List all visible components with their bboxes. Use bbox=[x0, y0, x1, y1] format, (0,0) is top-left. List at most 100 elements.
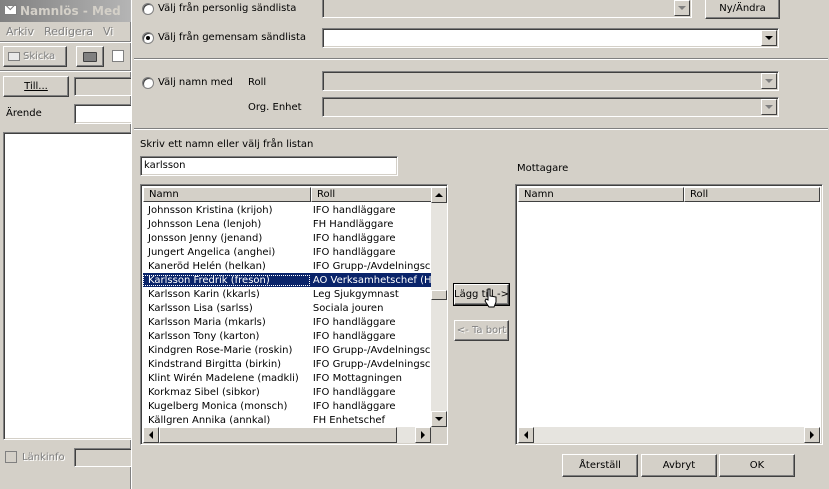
send-button[interactable]: Skicka bbox=[3, 46, 67, 67]
list-item[interactable]: Karlsson Maria (mkarls) IFO handläggare bbox=[143, 315, 431, 329]
shared-list-label: Välj från gemensam sändlista bbox=[158, 32, 307, 43]
menu-visa[interactable]: Vi bbox=[103, 25, 113, 38]
list-item-name: Karlsson Lisa (sarlss) bbox=[148, 302, 253, 314]
list-item[interactable]: Klint Wirén Madelene (madkli) IFO Mottagn… bbox=[143, 371, 431, 385]
ok-button[interactable]: OK bbox=[719, 454, 795, 477]
shared-list-radio[interactable] bbox=[142, 32, 154, 44]
horizontal-scroll-thumb[interactable] bbox=[159, 427, 397, 443]
linkinfo-field[interactable] bbox=[74, 448, 134, 467]
search-input[interactable]: karlsson bbox=[140, 156, 398, 176]
linkinfo-checkbox[interactable] bbox=[5, 451, 17, 463]
list-item-role: IFO handläggare bbox=[312, 204, 396, 216]
list-item-name: Karlsson Fredrik (freson) bbox=[143, 274, 310, 286]
chevron-down-icon[interactable] bbox=[674, 0, 690, 16]
role-label: Roll bbox=[248, 77, 267, 88]
list-item[interactable]: Kugelberg Monica (monsch) IFO handläggare bbox=[143, 399, 431, 413]
menu-arkiv[interactable]: Arkiv bbox=[6, 25, 34, 38]
list-item[interactable]: Källgren Annika (annkal) FH Enhetschef bbox=[143, 413, 431, 427]
list-item-role: IFO handläggare bbox=[312, 330, 396, 342]
shared-list-dropdown[interactable] bbox=[322, 28, 779, 48]
linkinfo-label: Länkinfo bbox=[22, 452, 65, 463]
list-item-name: Klint Wirén Madelene (madkli) bbox=[148, 372, 299, 384]
menu-redigera[interactable]: Redigera bbox=[44, 25, 93, 38]
list-item[interactable]: Jungert Angelica (anghei) IFO handläggare bbox=[143, 245, 431, 259]
list-item-role: IFO handläggare bbox=[312, 386, 396, 398]
background-window-titlebar: Namnlös - Med bbox=[0, 0, 131, 22]
list-item[interactable]: Karlsson Lisa (sarlss) Sociala jouren bbox=[143, 301, 431, 315]
list-item-name: Källgren Annika (annkal) bbox=[148, 414, 271, 426]
list-item[interactable]: Johnsson Lena (lenjoh) FH Handläggare bbox=[143, 217, 431, 231]
chevron-down-icon[interactable] bbox=[761, 99, 777, 115]
recipients-column-header-name[interactable]: Namn bbox=[518, 187, 684, 202]
scroll-left-button[interactable] bbox=[518, 427, 534, 443]
new-change-button[interactable]: Ny/Ändra bbox=[705, 0, 780, 19]
list-item-name: Karlsson Karin (kkarls) bbox=[148, 288, 260, 300]
list-item-role: IFO handläggare bbox=[312, 246, 396, 258]
org-unit-dropdown[interactable] bbox=[322, 97, 779, 117]
list-item[interactable]: Kindstrand Birgitta (birkin) IFO Grupp-/A… bbox=[143, 357, 431, 371]
name-list[interactable]: Namn Roll Johnsson Kristina (krijoh) IFO … bbox=[140, 184, 448, 445]
list-item[interactable]: Jonsson Jenny (jenand) IFO handläggare bbox=[143, 231, 431, 245]
add-button[interactable]: Lägg till -> bbox=[453, 283, 510, 306]
message-body[interactable] bbox=[3, 132, 134, 440]
horizontal-scrollbar[interactable] bbox=[143, 427, 431, 443]
list-item-role: IFO handläggare bbox=[312, 232, 396, 244]
scroll-right-button[interactable] bbox=[804, 427, 820, 443]
list-item-name: Kaneröd Helén (helkan) bbox=[148, 260, 266, 272]
list-item[interactable]: Korkmaz Sibel (sibkor) IFO handläggare bbox=[143, 385, 431, 399]
reset-button[interactable]: Återställ bbox=[562, 454, 638, 477]
recipients-list-header: Namn Roll bbox=[518, 187, 820, 202]
cancel-button[interactable]: Avbryt bbox=[641, 454, 717, 477]
section-divider-1 bbox=[134, 58, 828, 60]
role-dropdown[interactable] bbox=[322, 71, 779, 91]
list-item-name: Johnsson Lena (lenjoh) bbox=[148, 218, 262, 230]
vertical-scroll-thumb[interactable] bbox=[431, 290, 447, 300]
remove-button[interactable]: <- Ta bort bbox=[454, 320, 509, 341]
list-item-role: IFO Grupp-/Avdelningsc bbox=[312, 358, 431, 370]
list-item-name: Jonsson Jenny (jenand) bbox=[148, 232, 263, 244]
list-item-name: Korkmaz Sibel (sibkor) bbox=[148, 386, 260, 398]
subject-label: Ärende bbox=[6, 108, 42, 119]
list-item[interactable]: Karlsson Tony (karton) IFO handläggare bbox=[143, 329, 431, 343]
list-item-name: Johnsson Kristina (krijoh) bbox=[148, 204, 273, 216]
list-item-role: FH Enhetschef bbox=[312, 414, 386, 426]
toolbar-checkbox[interactable] bbox=[112, 50, 124, 62]
column-header-role[interactable]: Roll bbox=[311, 187, 433, 202]
address-dialog: Välj från personlig sändlista Ny/Ändra V… bbox=[131, 0, 829, 489]
column-header-name[interactable]: Namn bbox=[143, 187, 311, 202]
list-item-role: Sociala jouren bbox=[312, 302, 384, 314]
list-item[interactable]: Kaneröd Helén (helkan) IFO Grupp-/Avdelni… bbox=[143, 259, 431, 273]
personal-list-dropdown[interactable] bbox=[322, 0, 692, 18]
recipients-horizontal-scrollbar[interactable] bbox=[518, 427, 820, 443]
recipients-label: Mottagare bbox=[517, 163, 569, 174]
background-window-title: Namnlös - Med bbox=[20, 4, 121, 18]
recipients-list[interactable]: Namn Roll bbox=[515, 184, 823, 445]
list-item[interactable]: Karlsson Fredrik (freson) AO Verksamhetsc… bbox=[143, 273, 431, 287]
list-item[interactable]: Kindgren Rose-Marie (roskin) IFO Grupp-/A… bbox=[143, 343, 431, 357]
list-item-name: Kindstrand Birgitta (birkin) bbox=[148, 358, 282, 370]
chevron-down-icon[interactable] bbox=[761, 30, 777, 46]
list-item-name: Kindgren Rose-Marie (roskin) bbox=[148, 344, 293, 356]
list-item[interactable]: Karlsson Karin (kkarls) Leg Sjukgymnast bbox=[143, 287, 431, 301]
list-item[interactable]: Johnsson Kristina (krijoh) IFO handläggar… bbox=[143, 203, 431, 217]
list-item-role: IFO handläggare bbox=[312, 400, 396, 412]
name-list-header: Namn Roll bbox=[143, 187, 433, 202]
subject-field[interactable] bbox=[74, 104, 134, 124]
scroll-down-button[interactable] bbox=[431, 411, 447, 427]
print-button[interactable] bbox=[76, 46, 104, 67]
scroll-up-button[interactable] bbox=[431, 187, 447, 203]
list-item-role: Leg Sjukgymnast bbox=[312, 288, 399, 300]
scroll-right-button[interactable] bbox=[415, 427, 431, 443]
scroll-left-button[interactable] bbox=[143, 427, 159, 443]
vertical-scrollbar[interactable] bbox=[431, 187, 447, 427]
personal-list-radio[interactable] bbox=[142, 3, 154, 15]
chevron-down-icon[interactable] bbox=[761, 73, 777, 89]
to-button[interactable]: Till... bbox=[3, 76, 69, 97]
list-item-name: Jungert Angelica (anghei) bbox=[148, 246, 276, 258]
choose-names-radio[interactable] bbox=[142, 77, 154, 89]
menubar-divider bbox=[0, 41, 131, 43]
recipients-column-header-role[interactable]: Roll bbox=[684, 187, 820, 202]
list-item-name: Karlsson Tony (karton) bbox=[148, 330, 260, 342]
to-field[interactable] bbox=[74, 77, 134, 96]
background-menubar: Arkiv Redigera Vi bbox=[0, 22, 131, 40]
